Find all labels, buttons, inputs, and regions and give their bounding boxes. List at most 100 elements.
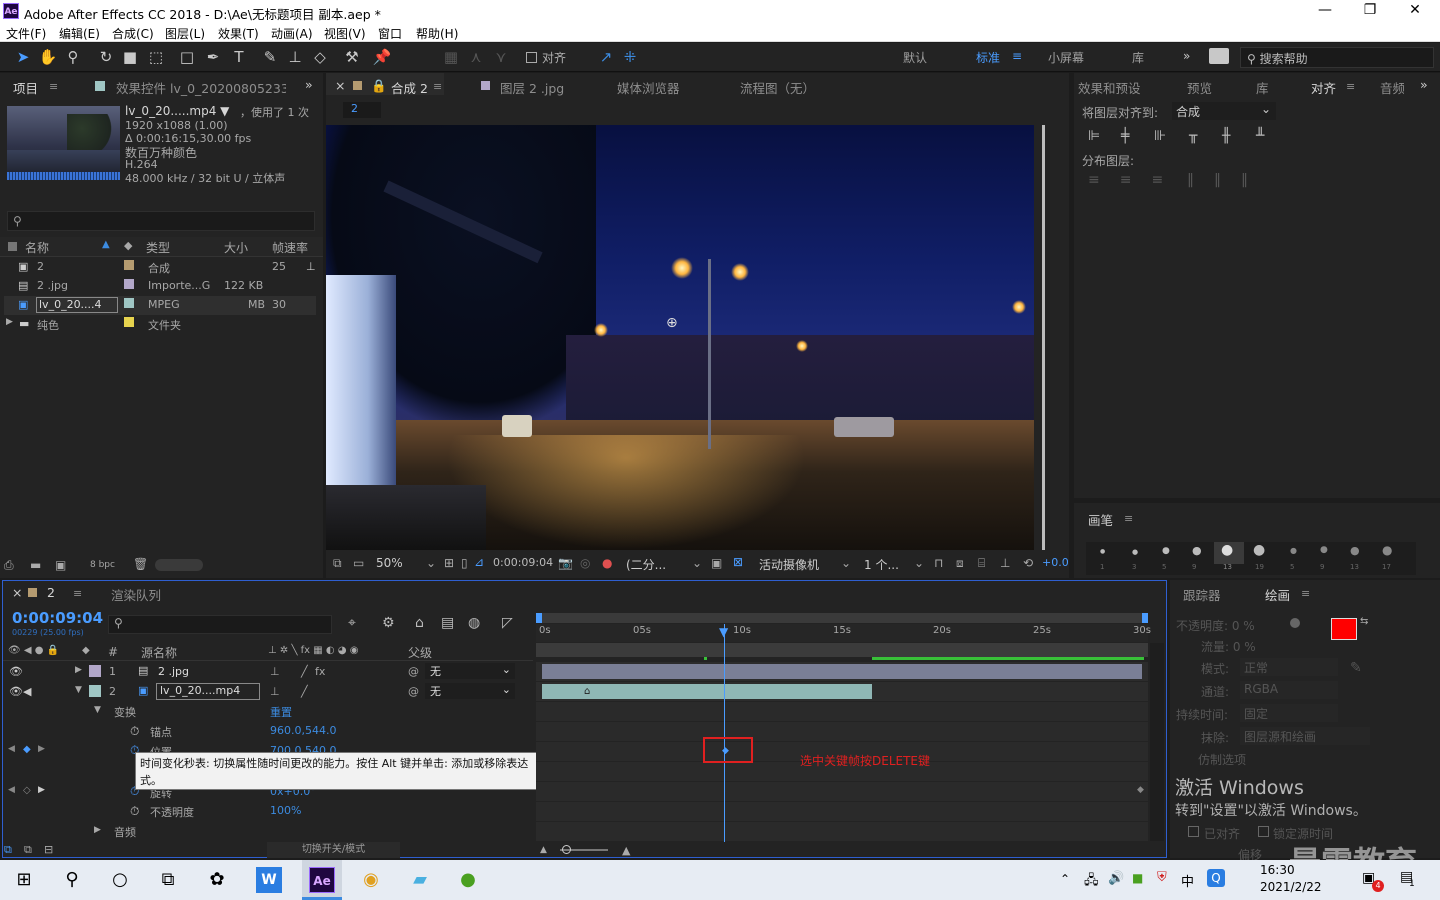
- zoom-in-icon[interactable]: ▲: [622, 844, 630, 857]
- snapping-option-icon[interactable]: ▦: [441, 47, 461, 67]
- close-button[interactable]: ✕: [1405, 2, 1425, 20]
- display-icon[interactable]: ▭: [353, 556, 364, 570]
- workspace-library[interactable]: 库: [1132, 49, 1144, 66]
- distribute-icons[interactable]: ≡≡≡: [1088, 172, 1183, 188]
- region-of-interest-icon[interactable]: ▣: [711, 556, 722, 570]
- tab-layer[interactable]: 图层 2 .jpg: [500, 78, 564, 97]
- always-preview-icon[interactable]: ⧉: [333, 556, 342, 571]
- aligned-checkbox[interactable]: [1188, 826, 1199, 837]
- tab-effect-controls[interactable]: 效果控件 lv_0_2020080523360: [116, 78, 286, 97]
- network-icon[interactable]: 🖧: [1084, 871, 1099, 893]
- project-more-button[interactable]: »: [305, 77, 313, 92]
- column-size[interactable]: 大小: [224, 239, 248, 256]
- tab-render-queue[interactable]: 渲染队列: [111, 585, 161, 604]
- comp-menu-icon[interactable]: ≡: [433, 80, 442, 93]
- channel-icon[interactable]: ●: [602, 556, 612, 570]
- align-bottom-icon[interactable]: ╨: [1256, 128, 1264, 144]
- menu-composition[interactable]: 合成(C): [112, 25, 154, 42]
- rotate-tool-icon[interactable]: ↻: [96, 47, 116, 67]
- brush-tip[interactable]: ●: [1290, 546, 1297, 555]
- brushes-title[interactable]: 画笔: [1088, 510, 1113, 529]
- safe-zones-icon[interactable]: ⊞: [444, 556, 454, 570]
- brush-tip[interactable]: ●: [1253, 542, 1265, 558]
- frame-blending-icon[interactable]: ▤: [441, 615, 454, 631]
- sync-settings-icon[interactable]: [1209, 48, 1229, 64]
- menu-help[interactable]: 帮助(H): [416, 25, 458, 42]
- search-icon[interactable]: ⚲: [56, 864, 88, 896]
- current-time-indicator[interactable]: [724, 624, 725, 842]
- lock-icon[interactable]: 🔒: [371, 78, 387, 94]
- add-keyframe-icon[interactable]: ◆: [23, 744, 31, 755]
- reset-exposure-icon[interactable]: ⟲: [1023, 556, 1033, 570]
- menu-window[interactable]: 窗口: [378, 25, 402, 42]
- tab-project[interactable]: 项目: [13, 78, 38, 97]
- tab-align[interactable]: 对齐: [1311, 78, 1336, 97]
- brush-tip[interactable]: ●: [1350, 544, 1360, 557]
- composition-viewer[interactable]: ⊕: [326, 125, 1034, 550]
- layer-row-2[interactable]: 👁 ◀ ▼ 2 ▣ lv_0_20....mp4 ⊥ ╱ @ 无 ⌄: [3, 682, 533, 701]
- resolution-dropdown[interactable]: (二分...: [626, 556, 666, 573]
- clock-time[interactable]: 16:30: [1260, 863, 1295, 877]
- new-comp-icon[interactable]: ▣: [55, 558, 66, 572]
- brush-tip[interactable]: ●: [1221, 542, 1233, 558]
- clone-options[interactable]: 仿制选项: [1198, 751, 1246, 768]
- workspace-default[interactable]: 默认: [903, 49, 927, 66]
- mask-visibility-icon[interactable]: ⊿: [474, 555, 484, 569]
- opacity-value[interactable]: 100%: [270, 804, 301, 817]
- pen-tool-icon[interactable]: ✒: [203, 47, 223, 67]
- close-comp-tab-icon[interactable]: ×: [335, 78, 345, 93]
- snap-icon[interactable]: ↗: [596, 47, 616, 67]
- tab-preview[interactable]: 预览: [1187, 78, 1212, 97]
- duration-dropdown[interactable]: 固定: [1240, 704, 1338, 722]
- project-item-jpg[interactable]: ▤ 2 .jpg Importe...G 122 KB: [4, 277, 316, 296]
- clock-date[interactable]: 2021/2/22: [1260, 880, 1322, 894]
- stopwatch-icon[interactable]: ⏱: [130, 724, 139, 739]
- cortana-icon[interactable]: ○: [104, 864, 136, 896]
- layer-name[interactable]: lv_0_20....mp4: [156, 683, 260, 700]
- column-fps[interactable]: 帧速率: [272, 239, 308, 256]
- expand-arrow-icon[interactable]: ▶: [6, 317, 13, 327]
- align-more-button[interactable]: »: [1420, 77, 1428, 92]
- project-panel-menu-icon[interactable]: ≡: [49, 80, 58, 93]
- bit-depth-button[interactable]: 8 bpc: [90, 560, 115, 570]
- puppet-pin-tool-icon[interactable]: 📌: [372, 47, 392, 67]
- work-area-start-handle[interactable]: [536, 613, 542, 623]
- footage-name[interactable]: lv_0_20.....mp4 ▼: [125, 104, 229, 118]
- tab-flowchart[interactable]: 流程图（无）: [740, 78, 815, 97]
- shy-icon[interactable]: ⌂: [415, 615, 424, 631]
- brush-tip[interactable]: ●: [1132, 548, 1138, 556]
- quality-switch-icon[interactable]: ╱: [301, 665, 308, 678]
- wps-app-icon[interactable]: W: [256, 867, 282, 893]
- interpret-footage-icon[interactable]: ⎙: [4, 558, 14, 573]
- exposure-value[interactable]: +0.0: [1042, 556, 1069, 569]
- parent-dropdown[interactable]: 无 ⌄: [425, 683, 515, 699]
- tab-library[interactable]: 库: [1256, 78, 1269, 97]
- collapse-arrow-icon[interactable]: ▼: [94, 705, 101, 715]
- thumbnail-slider[interactable]: [155, 559, 203, 571]
- brushes-menu-icon[interactable]: ≡: [1124, 512, 1133, 525]
- next-keyframe-icon[interactable]: ▶: [38, 744, 45, 754]
- fx-switch-icon[interactable]: fx: [315, 665, 325, 678]
- distribute-h-icons[interactable]: ‖‖‖: [1187, 172, 1268, 188]
- visibility-eye-icon[interactable]: 👁: [9, 685, 23, 698]
- visibility-eye-icon[interactable]: 👁: [9, 665, 23, 678]
- comp-breadcrumb[interactable]: 2: [343, 102, 381, 118]
- show-snapshot-icon[interactable]: ◎: [580, 556, 590, 570]
- workspace-more-button[interactable]: »: [1183, 49, 1190, 63]
- chevron-down-icon[interactable]: ⌄: [841, 556, 851, 570]
- layer-name[interactable]: 2 .jpg: [158, 665, 189, 678]
- erase-dropdown[interactable]: 图层源和绘画: [1240, 727, 1370, 745]
- graph-editor-icon[interactable]: ◸: [502, 615, 513, 631]
- hand-tool-icon[interactable]: ✋: [38, 47, 58, 67]
- melon-app-icon[interactable]: ●: [452, 864, 484, 896]
- draft-3d-icon[interactable]: ⚙: [382, 615, 395, 631]
- menu-view[interactable]: 视图(V): [324, 25, 366, 42]
- layer-marker-icon[interactable]: ⌂: [584, 686, 590, 697]
- after-effects-app-icon[interactable]: Ae: [309, 867, 335, 893]
- camera-dropdown[interactable]: 活动摄像机: [759, 556, 819, 573]
- quality-switch-icon[interactable]: ╱: [301, 685, 308, 698]
- paint-opacity[interactable]: 不透明度: 0 %: [1176, 617, 1255, 634]
- workspace-small-screen[interactable]: 小屏幕: [1048, 49, 1084, 66]
- layer-bar-2[interactable]: [542, 684, 872, 699]
- workspace-standard[interactable]: 标准: [976, 49, 1000, 66]
